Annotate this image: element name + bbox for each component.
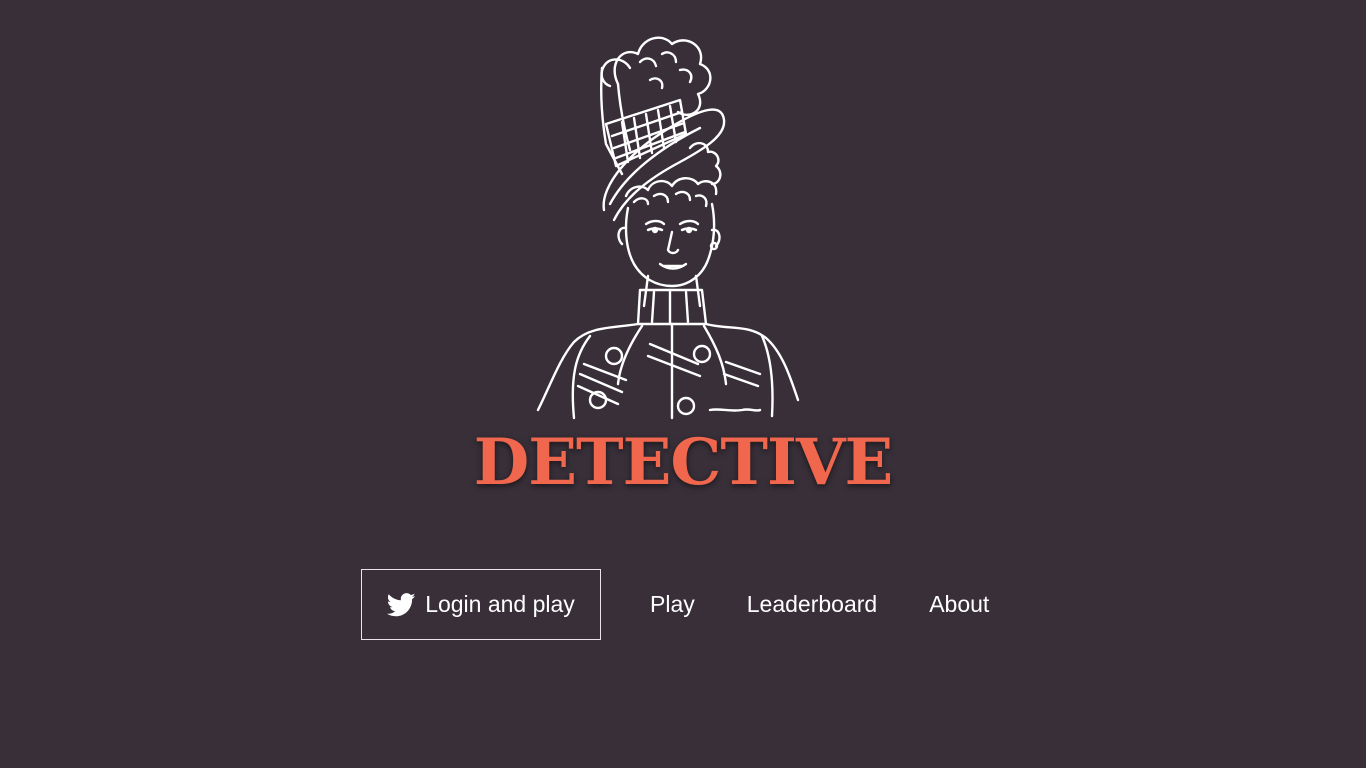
login-and-play-label: Login and play [425, 591, 575, 617]
page-title: DETECTIVE [473, 425, 894, 500]
page: DETECTIVE Login and play Play Leaderboar… [0, 0, 1366, 768]
victorian-lady-illustration [536, 36, 800, 420]
nav-link-about[interactable]: About [929, 591, 989, 618]
main-nav: Login and play Play Leaderboard About [361, 569, 989, 640]
login-and-play-button[interactable]: Login and play [361, 569, 601, 640]
nav-link-leaderboard[interactable]: Leaderboard [747, 591, 877, 618]
twitter-bird-icon [387, 592, 416, 617]
nav-link-play[interactable]: Play [650, 591, 695, 618]
